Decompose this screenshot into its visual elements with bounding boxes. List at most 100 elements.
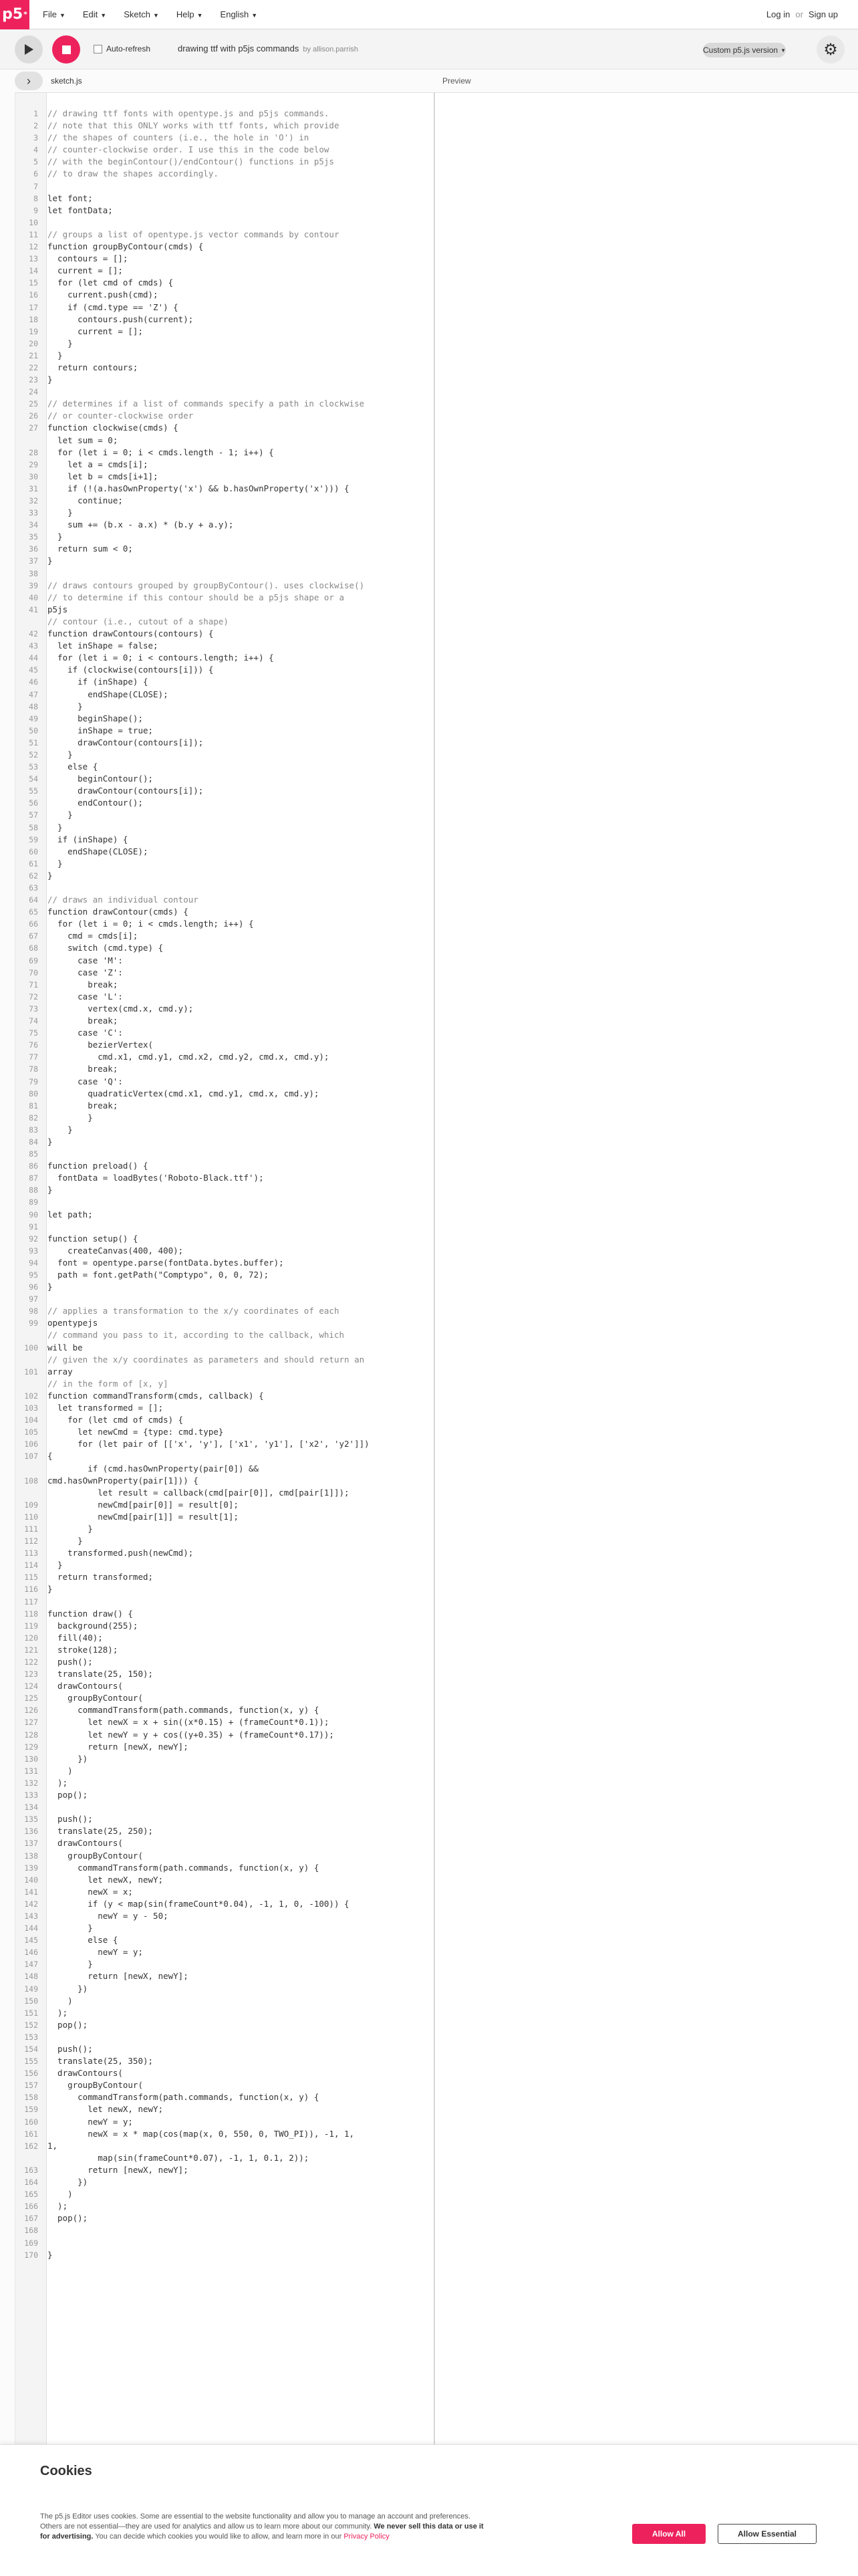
code-line[interactable]: 102 function commandTransform(cmds, callb… (15, 1390, 434, 1402)
menu-help[interactable]: Help ▼ (176, 9, 203, 19)
code-line[interactable]: 127 let newX = x + sin((x*0.15) + (frame… (15, 1716, 434, 1728)
code-line[interactable]: // contour (i.e., cutout of a shape) (15, 616, 434, 628)
allow-all-button[interactable]: Allow All (632, 2524, 706, 2544)
code-line[interactable]: 140 let newX, newY; (15, 1874, 434, 1886)
code-line[interactable]: 91 (15, 1221, 434, 1233)
code-line[interactable]: // given the x/y coordinates as paramete… (15, 1354, 434, 1366)
code-line[interactable]: 148 return [newX, newY]; (15, 1970, 434, 1982)
code-line[interactable]: 109 newCmd[pair[0]] = result[0]; (15, 1499, 434, 1511)
expand-sidebar-button[interactable]: › (15, 72, 43, 90)
code-line[interactable]: 155 translate(25, 350); (15, 2055, 434, 2067)
code-line[interactable]: 131 ) (15, 1765, 434, 1777)
code-line[interactable]: 118 function draw() { (15, 1608, 434, 1620)
code-line[interactable]: 67 cmd = cmds[i]; (15, 930, 434, 942)
code-line[interactable]: 106 for (let pair of [['x', 'y'], ['x1',… (15, 1438, 434, 1450)
code-line[interactable]: 108 cmd.hasOwnProperty(pair[1])) { (15, 1475, 434, 1487)
project-name[interactable]: drawing ttf with p5js commands (178, 43, 299, 53)
code-line[interactable]: 14 current = []; (15, 265, 434, 277)
code-line[interactable]: 6 // to draw the shapes accordingly. (15, 168, 434, 180)
code-line[interactable]: 29 let a = cmds[i]; (15, 459, 434, 471)
code-line[interactable]: 133 pop(); (15, 1789, 434, 1801)
code-line[interactable]: 32 continue; (15, 495, 434, 507)
code-line[interactable]: 61 } (15, 858, 434, 870)
code-line[interactable]: 48 } (15, 701, 434, 713)
code-line[interactable]: 20 } (15, 338, 434, 350)
code-line[interactable]: 160 newY = y; (15, 2116, 434, 2128)
code-line[interactable]: 49 beginShape(); (15, 713, 434, 725)
code-line[interactable]: 18 contours.push(current); (15, 314, 434, 326)
code-line[interactable]: 122 push(); (15, 1656, 434, 1668)
code-line[interactable]: 4 // counter-clockwise order. I use this … (15, 144, 434, 156)
code-line[interactable]: let sum = 0; (15, 435, 434, 447)
code-line[interactable]: 165 ) (15, 2188, 434, 2200)
code-line[interactable]: 45 if (clockwise(contours[i])) { (15, 664, 434, 676)
code-line[interactable]: 132 ); (15, 1777, 434, 1789)
code-line[interactable]: 60 endShape(CLOSE); (15, 846, 434, 858)
play-button[interactable] (15, 35, 43, 64)
code-line[interactable]: 167 pop(); (15, 2212, 434, 2224)
code-line[interactable]: 41 p5js (15, 604, 434, 616)
code-line[interactable]: 135 push(); (15, 1813, 434, 1825)
code-line[interactable]: 121 stroke(128); (15, 1644, 434, 1656)
code-line[interactable]: 69 case 'M': (15, 955, 434, 967)
menu-sketch[interactable]: Sketch ▼ (124, 9, 159, 19)
code-line[interactable]: 128 let newY = y + cos((y+0.35) + (frame… (15, 1729, 434, 1741)
code-line[interactable]: 68 switch (cmd.type) { (15, 942, 434, 954)
code-line[interactable]: 9 let fontData; (15, 205, 434, 217)
code-line[interactable]: 63 (15, 882, 434, 894)
code-line[interactable]: 52 } (15, 749, 434, 761)
code-line[interactable]: 43 let inShape = false; (15, 640, 434, 652)
code-line[interactable]: 62} (15, 870, 434, 882)
code-line[interactable]: 139 commandTransform(path.commands, func… (15, 1862, 434, 1874)
project-title[interactable]: drawing ttf with p5js commands by allison… (178, 43, 358, 53)
code-line[interactable]: 34 sum += (b.x - a.x) * (b.y + a.y); (15, 519, 434, 531)
code-line[interactable]: 7 (15, 181, 434, 193)
code-line[interactable]: 77 cmd.x1, cmd.y1, cmd.x2, cmd.y2, cmd.x… (15, 1051, 434, 1063)
code-line[interactable]: 136 translate(25, 250); (15, 1825, 434, 1837)
code-line[interactable]: 33 } (15, 507, 434, 519)
code-line[interactable]: 56 endContour(); (15, 797, 434, 809)
settings-button[interactable]: ⚙ (817, 35, 845, 64)
code-line[interactable]: 98 // applies a transformation to the x/y… (15, 1305, 434, 1317)
code-line[interactable]: 154 push(); (15, 2043, 434, 2055)
code-line[interactable]: 116} (15, 1583, 434, 1595)
code-line[interactable]: 146 newY = y; (15, 1946, 434, 1958)
code-line[interactable]: 164 }) (15, 2176, 434, 2188)
code-line[interactable]: 47 endShape(CLOSE); (15, 689, 434, 701)
code-line[interactable]: 97 (15, 1293, 434, 1305)
code-line[interactable]: 5 // with the beginContour()/endContour()… (15, 156, 434, 168)
code-line[interactable]: 117 (15, 1596, 434, 1608)
code-line[interactable]: 11 // groups a list of opentype.js vector… (15, 229, 434, 241)
code-line[interactable]: 130 }) (15, 1753, 434, 1765)
code-line[interactable]: 55 drawContour(contours[i]); (15, 785, 434, 797)
code-line[interactable]: if (cmd.hasOwnProperty(pair[0]) && (15, 1463, 434, 1475)
code-line[interactable]: 72 case 'L': (15, 991, 434, 1003)
code-line[interactable]: 1 // drawing ttf fonts with opentype.js a… (15, 108, 434, 120)
code-line[interactable]: 24 (15, 386, 434, 398)
code-line[interactable]: 58 } (15, 822, 434, 834)
code-line[interactable]: 35 } (15, 531, 434, 543)
code-line[interactable]: 159 let newX, newY; (15, 2103, 434, 2115)
code-line[interactable]: 162 1, (15, 2140, 434, 2152)
code-line[interactable]: 26 // or counter-clockwise order (15, 410, 434, 422)
code-line[interactable]: 138 groupByContour( (15, 1850, 434, 1862)
code-line[interactable]: 166 ); (15, 2200, 434, 2212)
allow-essential-button[interactable]: Allow Essential (718, 2524, 817, 2544)
code-line[interactable]: 46 if (inShape) { (15, 676, 434, 688)
code-line[interactable]: 111 } (15, 1523, 434, 1535)
code-line[interactable]: 36 return sum < 0; (15, 543, 434, 555)
code-line[interactable]: 78 break; (15, 1063, 434, 1075)
code-line[interactable]: 101 array (15, 1366, 434, 1378)
code-line[interactable]: 27 function clockwise(cmds) { (15, 422, 434, 434)
code-line[interactable]: 66 for (let i = 0; i < cmds.length; i++)… (15, 918, 434, 930)
auto-refresh-checkbox[interactable] (94, 44, 102, 53)
code-line[interactable]: 145 else { (15, 1934, 434, 1946)
code-line[interactable]: 84} (15, 1136, 434, 1148)
code-line[interactable]: 83 } (15, 1124, 434, 1136)
code-line[interactable]: 163 return [newX, newY]; (15, 2164, 434, 2176)
code-line[interactable]: 95 path = font.getPath("Comptypo", 0, 0,… (15, 1269, 434, 1281)
code-line[interactable]: // command you pass to it, according to … (15, 1329, 434, 1341)
auto-refresh-toggle[interactable]: Auto-refresh (94, 44, 150, 53)
code-line[interactable]: 90 let path; (15, 1209, 434, 1221)
code-line[interactable]: 96} (15, 1281, 434, 1293)
